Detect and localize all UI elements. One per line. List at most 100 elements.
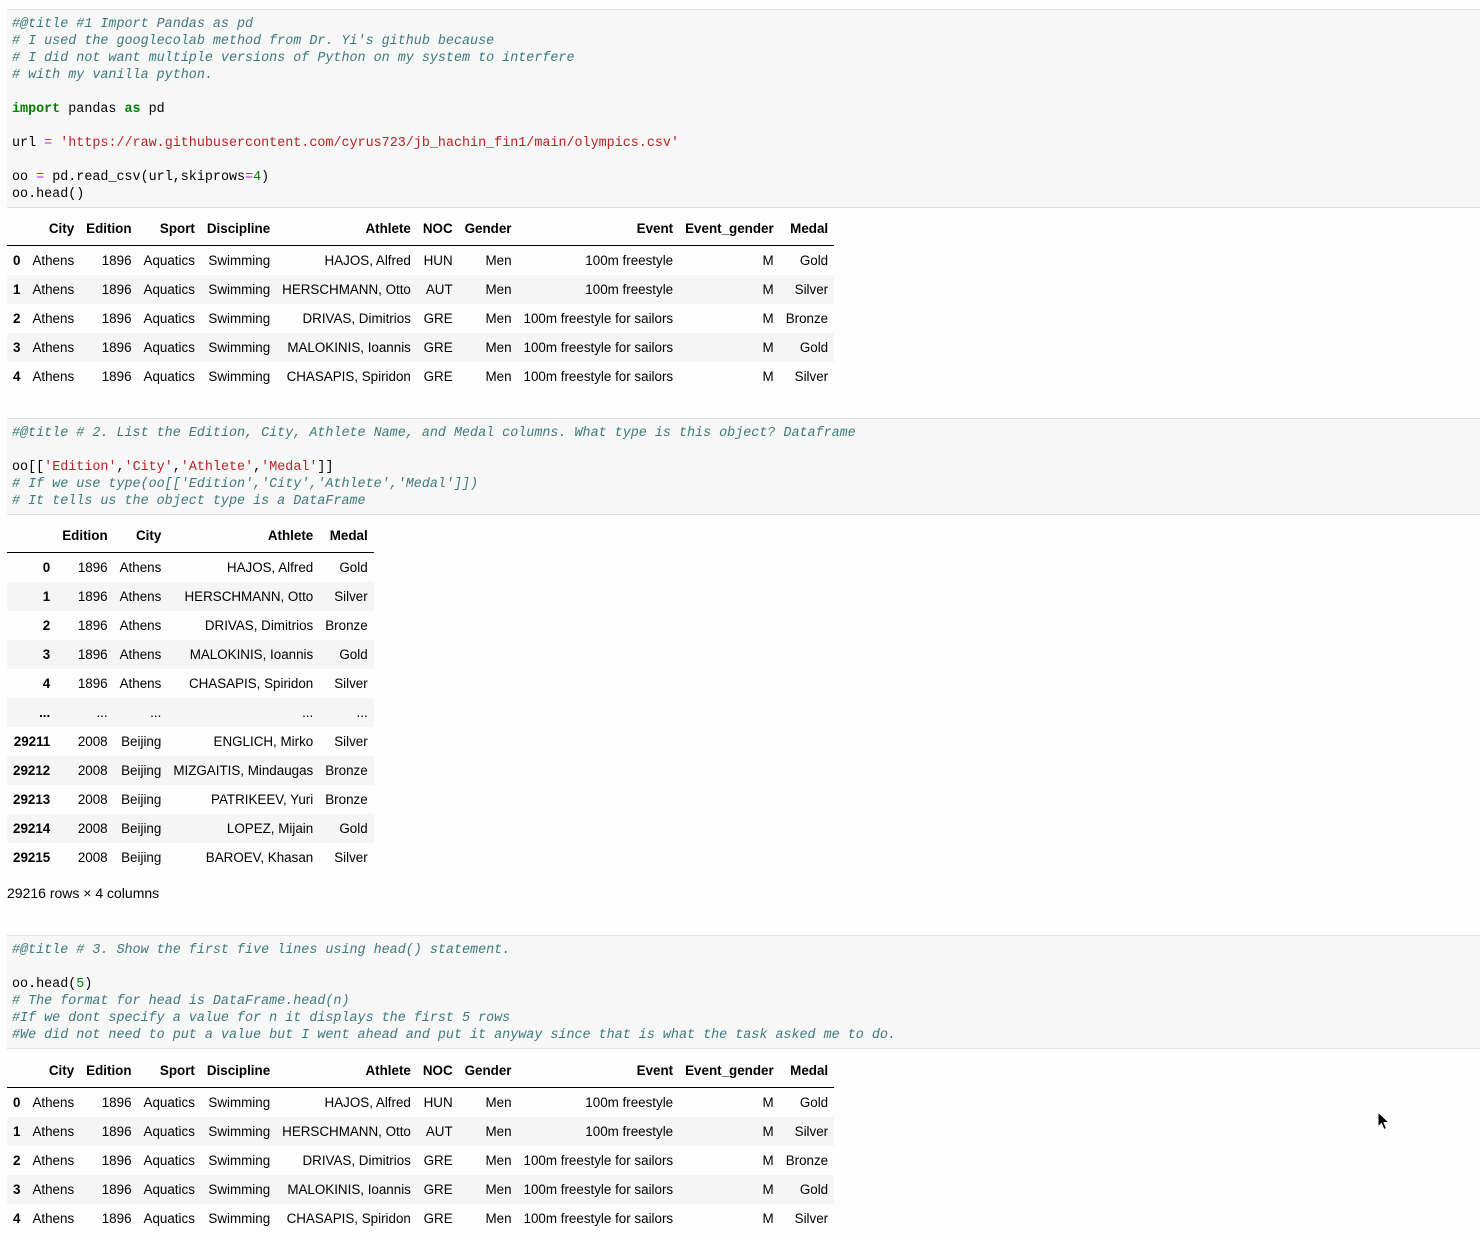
table-cell: Bronze bbox=[325, 792, 368, 807]
table-cell: ... bbox=[356, 705, 368, 720]
table-cell: M bbox=[762, 311, 774, 326]
code-line-read-csv: oo = pd.read_csv(url,skiprows=4) bbox=[12, 170, 270, 185]
output-table-2: Edition City Athlete Medal 0 1896 Athens HAJOS,… bbox=[7, 519, 374, 872]
table-cell: AUT bbox=[425, 282, 453, 297]
table-cell: Swimming bbox=[208, 1124, 271, 1139]
table-cell: GRE bbox=[423, 1153, 453, 1168]
row-index: 29214 bbox=[13, 821, 51, 836]
table-row: 29211 2008 Beijing ENGLICH, Mirko Silver bbox=[7, 727, 374, 756]
code-cell-2[interactable]: #@title # 2. List the Edition, City, Ath… bbox=[7, 418, 1480, 515]
table-cell: ... bbox=[150, 705, 162, 720]
table-cell: 2008 bbox=[77, 821, 108, 836]
table-cell: Men bbox=[485, 1153, 512, 1168]
table-row: ............... bbox=[7, 698, 374, 727]
table-cell: Beijing bbox=[121, 792, 162, 807]
column-header: Medal bbox=[779, 212, 835, 246]
table-cell: Aquatics bbox=[143, 369, 195, 384]
table-cell: Men bbox=[485, 1182, 512, 1197]
code-line-head: oo.head() bbox=[12, 187, 85, 202]
table-row: 0 Athens 1896 Aquatics Swimming HAJOS, Alfred… bbox=[7, 246, 834, 276]
code-cell-3[interactable]: #@title # 3. Show the first five lines u… bbox=[7, 935, 1480, 1049]
code-comment: # It tells us the object type is a DataF… bbox=[12, 494, 366, 509]
table-cell: HERSCHMANN, Otto bbox=[184, 589, 314, 604]
column-header: Athlete bbox=[276, 1054, 417, 1088]
code-comment: # The format for head is DataFrame.head(… bbox=[12, 994, 350, 1009]
table-cell: Aquatics bbox=[143, 340, 195, 355]
row-index: 29212 bbox=[13, 763, 51, 778]
table-cell: GRE bbox=[423, 311, 453, 326]
table-cell: M bbox=[762, 340, 774, 355]
table-row: 3 Athens 1896 Aquatics Swimming MALOKINIS, Io… bbox=[7, 1175, 835, 1204]
row-index: 3 bbox=[13, 340, 21, 355]
table-cell: Athens bbox=[119, 589, 162, 604]
table-cell: Men bbox=[485, 253, 512, 268]
table-cell: MIZGAITIS, Mindaugas bbox=[173, 763, 314, 778]
table-cell: M bbox=[762, 1124, 774, 1139]
column-header bbox=[7, 519, 57, 553]
table-cell: HAJOS, Alfred bbox=[324, 253, 411, 268]
table-cell: Silver bbox=[794, 282, 829, 297]
row-index: 3 bbox=[13, 1182, 21, 1197]
table-cell: Swimming bbox=[208, 1182, 271, 1197]
column-header bbox=[7, 212, 27, 246]
table-cell: HAJOS, Alfred bbox=[226, 560, 314, 575]
table-cell: HAJOS, Alfred bbox=[324, 1095, 411, 1110]
table-row: 29212 2008 Beijing MIZGAITIS, Mindaugas Bron… bbox=[7, 756, 374, 785]
table-row: 0 1896 Athens HAJOS, Alfred Gold bbox=[7, 553, 374, 583]
code-line-import: import pandas as pd bbox=[12, 102, 165, 117]
table-cell: Athens bbox=[32, 369, 75, 384]
column-header: City bbox=[113, 519, 168, 553]
code-cell-1[interactable]: #@title #1 Import Pandas as pd # I used t… bbox=[7, 9, 1480, 208]
table-cell: 100m freestyle bbox=[585, 253, 674, 268]
table-cell: Athens bbox=[119, 676, 162, 691]
table-cell: Athens bbox=[32, 311, 75, 326]
column-header: Gender bbox=[458, 212, 518, 246]
mouse-pointer-icon bbox=[1377, 1111, 1391, 1131]
table-cell: 1896 bbox=[77, 589, 108, 604]
dataframe-table: Edition City Athlete Medal 0 1896 Athens HAJOS,… bbox=[7, 519, 374, 872]
table-cell: Aquatics bbox=[143, 1153, 195, 1168]
row-index: 2 bbox=[13, 1153, 21, 1168]
column-header: Edition bbox=[56, 519, 114, 553]
table-cell: Athens bbox=[119, 618, 162, 633]
table-cell: DRIVAS, Dimitrios bbox=[302, 311, 411, 326]
table-cell: 1896 bbox=[101, 253, 132, 268]
table-cell: 1896 bbox=[101, 311, 132, 326]
table-cell: 1896 bbox=[77, 618, 108, 633]
table-cell: HUN bbox=[423, 253, 453, 268]
output-table-1: City Edition Sport Discipline Athlete NOC Gend… bbox=[7, 212, 835, 391]
row-index: 4 bbox=[13, 1211, 21, 1226]
table-cell: ENGLICH, Mirko bbox=[213, 734, 314, 749]
table-cell: Gold bbox=[799, 1182, 829, 1197]
row-index: 0 bbox=[13, 1095, 21, 1110]
table-cell: MALOKINIS, Ioannis bbox=[287, 340, 411, 355]
table-cell: Gold bbox=[339, 560, 368, 575]
table-cell: Bronze bbox=[785, 1153, 829, 1168]
table-cell: Men bbox=[485, 340, 512, 355]
table-row: 29215 2008 Beijing BAROEV, Khasan Silver bbox=[7, 843, 374, 872]
table-cell: Swimming bbox=[208, 340, 271, 355]
table-cell: Silver bbox=[334, 850, 368, 865]
table-cell: HUN bbox=[423, 1095, 453, 1110]
table-cell: Bronze bbox=[325, 763, 368, 778]
table-cell: Gold bbox=[339, 821, 368, 836]
code-comment: # I did not want multiple versions of Py… bbox=[12, 51, 575, 66]
column-header: Event_gender bbox=[679, 212, 780, 246]
table-cell: M bbox=[762, 253, 774, 268]
table-cell: 1896 bbox=[101, 340, 132, 355]
table-cell: Men bbox=[485, 1211, 512, 1226]
table-cell: 100m freestyle for sailors bbox=[523, 1211, 674, 1226]
table-cell: DRIVAS, Dimitrios bbox=[302, 1153, 411, 1168]
row-index: 29215 bbox=[13, 850, 51, 865]
table-cell: 1896 bbox=[101, 1153, 132, 1168]
table-cell: Men bbox=[485, 282, 512, 297]
table-header-row: Edition City Athlete Medal bbox=[7, 519, 374, 553]
table-cell: Athens bbox=[32, 1124, 75, 1139]
table-cell: Silver bbox=[794, 1124, 829, 1139]
column-header: Event bbox=[517, 212, 680, 246]
column-header: Gender bbox=[458, 1054, 518, 1088]
table-cell: Aquatics bbox=[143, 282, 195, 297]
table-cell: Swimming bbox=[208, 282, 271, 297]
row-index: 0 bbox=[13, 253, 21, 268]
table-cell: M bbox=[762, 369, 774, 384]
